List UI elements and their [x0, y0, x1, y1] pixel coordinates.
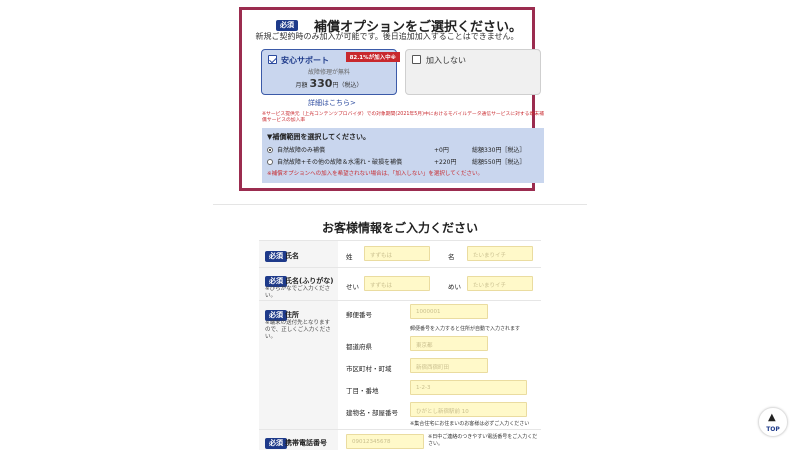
required-badge: 必須: [276, 20, 298, 31]
first-kana-input[interactable]: たいまりイチ: [467, 276, 533, 291]
section-divider: [213, 204, 587, 205]
form-label-cell: 必須 氏名: [259, 241, 338, 267]
coverage-range-box: ▼補償範囲を選択してください。 自然故障のみ補償 +0円 総額330円［税込］ …: [262, 128, 544, 183]
phone-hint: ※日中ご連絡のつきやすい電話番号をご入力ください。: [428, 434, 538, 447]
price-prefix: 月額: [295, 82, 308, 89]
option-subtitle: 新規ご契約時のみ加入が可能です。後日追加加入することはできません。: [255, 32, 519, 41]
building-label: 建物名・部屋番号: [346, 409, 398, 417]
option-card-anshin-support[interactable]: 安心サポート 82.1%が加入中※ 故障修理が無料 月額 330円（税込）: [261, 49, 400, 95]
enrollment-rate-badge: 82.1%が加入中※: [345, 52, 400, 62]
city-label: 市区町村・町域: [346, 365, 392, 373]
form-label-cell: 必須 携帯電話番号: [259, 430, 338, 450]
form-label: 携帯電話番号: [285, 439, 327, 447]
first-name-label: 名: [448, 253, 455, 261]
block-input[interactable]: 1-2-3: [410, 380, 527, 395]
coverage-option-row[interactable]: 自然故障のみ補償: [267, 145, 325, 154]
last-name-label: 姓: [346, 253, 353, 261]
first-name-input[interactable]: たいまりイチ: [467, 246, 533, 261]
form-label-note: ※端末の送付先となりますので、正しくご入力ください。: [265, 320, 331, 341]
coverage-option-label: 自然故障+その他の故障＆水濡れ・破損を補償: [277, 159, 403, 166]
form-row-name: 必須 氏名 姓 すずもは 名 たいまりイチ: [259, 240, 541, 268]
form-label: 氏名(ふりがな): [285, 277, 334, 285]
form-label-cell: 必須 氏名(ふりがな) ※ひらがなでご入力ください。: [259, 268, 338, 300]
customer-info-title: お客様情報をご入力ください: [321, 221, 478, 235]
price-value: 330: [309, 77, 333, 90]
back-to-top-button[interactable]: ▲ TOP: [758, 407, 788, 437]
checkbox-checked-icon[interactable]: [268, 55, 277, 64]
option-card-price: 月額 330円（税込）: [262, 77, 396, 90]
coverage-option-label: 自然故障のみ補償: [277, 147, 326, 154]
form-label-note: ※ひらがなでご入力ください。: [265, 286, 331, 300]
last-kana-label: せい: [346, 283, 359, 291]
building-hint: ※集合住宅にお住まいのお客様は必ずご入力ください: [410, 421, 530, 427]
checkbox-unchecked-icon[interactable]: [412, 55, 421, 64]
form-label: 住所: [285, 311, 299, 319]
coverage-option-total: 総額550円［税込］: [472, 159, 526, 166]
insurance-option-section: 必須 補償オプションをご選択ください。 新規ご契約時のみ加入が可能です。後日追加…: [239, 7, 544, 191]
last-kana-input[interactable]: すずもは: [364, 276, 430, 291]
required-badge: 必須: [265, 438, 287, 449]
option-card-note: 故障修理が無料: [307, 69, 350, 76]
option-card-label: 加入しない: [426, 56, 466, 65]
form-row-kana: 必須 氏名(ふりがな) ※ひらがなでご入力ください。 せい すずもは めい たい…: [259, 268, 541, 301]
form-row-address: 必須 住所 ※端末の送付先となりますので、正しくご入力ください。 郵便番号 10…: [259, 301, 541, 430]
prefecture-input[interactable]: 東京都: [410, 336, 488, 351]
option-card-no-join[interactable]: 加入しない: [405, 49, 541, 95]
required-badge: 必須: [265, 251, 287, 262]
option-card-label: 安心サポート: [281, 56, 329, 65]
coverage-option-add: +220円: [434, 159, 457, 166]
zip-label: 郵便番号: [346, 311, 372, 319]
prefecture-label: 都道府県: [346, 343, 372, 351]
city-input[interactable]: 新宿西宿町田: [410, 358, 488, 373]
radio-selected-icon[interactable]: [267, 146, 273, 153]
phone-input[interactable]: 09012345678: [346, 434, 424, 449]
first-kana-label: めい: [448, 283, 461, 291]
price-suffix: 円（税込）: [332, 82, 363, 89]
last-name-input[interactable]: すずもは: [364, 246, 430, 261]
coverage-option-row[interactable]: 自然故障+その他の故障＆水濡れ・破損を補償: [267, 157, 402, 166]
coverage-option-add: +0円: [434, 147, 449, 154]
up-arrow-icon: ▲: [768, 412, 776, 423]
coverage-warning: ※補償オプションへの加入を希望されない場合は、「加入しない」を選択してください。: [267, 171, 484, 177]
building-input[interactable]: ひがとし新宿駅前 10: [410, 402, 527, 417]
detail-link[interactable]: 詳細はこちら>: [308, 98, 356, 108]
fine-print: ※サービス提供元（上光コンテンツプロバイダ）での対象期間(2021年5月)中にお…: [262, 112, 544, 124]
coverage-option-total: 総額330円［税込］: [472, 147, 526, 154]
form-row-phone: 必須 携帯電話番号 09012345678 ※日中ご連絡のつきやすい電話番号をご…: [259, 430, 541, 450]
zip-hint: 郵便番号を入力すると住所が自動で入力されます: [410, 326, 521, 332]
block-label: 丁目・番地: [346, 387, 379, 395]
top-label: TOP: [766, 426, 780, 433]
zip-input[interactable]: 1000001: [410, 304, 488, 319]
form-label-cell: 必須 住所 ※端末の送付先となりますので、正しくご入力ください。: [259, 301, 338, 429]
coverage-range-title: ▼補償範囲を選択してください。: [267, 133, 370, 141]
form-label: 氏名: [285, 252, 299, 260]
radio-unselected-icon[interactable]: [267, 158, 273, 165]
